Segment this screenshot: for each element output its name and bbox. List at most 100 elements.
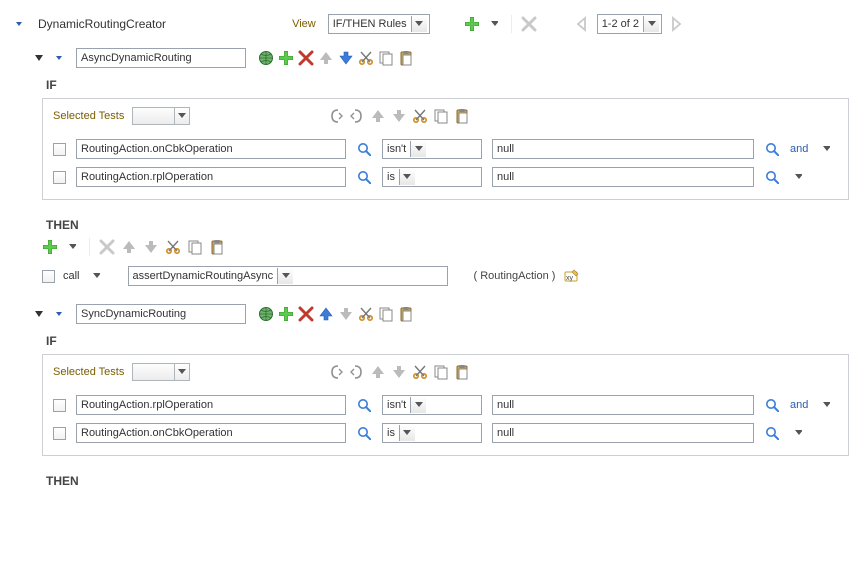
operator-select[interactable]: is <box>382 423 482 443</box>
operator-select[interactable]: isn't <box>382 139 482 159</box>
move-up-icon[interactable] <box>121 239 137 255</box>
rule-header: AsyncDynamicRouting <box>32 44 849 74</box>
if-label: IF <box>32 74 849 92</box>
dropdown-icon <box>643 16 659 32</box>
copy-icon[interactable] <box>378 306 394 322</box>
group-left-icon[interactable] <box>328 364 344 380</box>
dropdown-caret-icon[interactable] <box>818 397 834 413</box>
copy-icon[interactable] <box>433 108 449 124</box>
field-input[interactable]: RoutingAction.rplOperation <box>76 167 346 187</box>
pager-select[interactable]: 1-2 of 2 <box>597 14 662 34</box>
row-checkbox[interactable] <box>53 171 66 184</box>
field-input[interactable]: RoutingAction.onCbkOperation <box>76 139 346 159</box>
delete-icon[interactable] <box>99 239 115 255</box>
field-input[interactable]: RoutingAction.onCbkOperation <box>76 423 346 443</box>
move-down-icon[interactable] <box>391 108 407 124</box>
add-icon[interactable] <box>464 16 480 32</box>
move-down-icon[interactable] <box>391 364 407 380</box>
row-checkbox[interactable] <box>42 270 55 283</box>
collapse-icon[interactable] <box>14 17 28 31</box>
dropdown-caret-icon[interactable] <box>790 169 806 185</box>
condition-row: RoutingAction.rplOperation isn't null an… <box>53 391 838 419</box>
paste-icon[interactable] <box>398 306 414 322</box>
move-up-icon[interactable] <box>318 306 334 322</box>
row-checkbox[interactable] <box>53 143 66 156</box>
dropdown-caret-icon[interactable] <box>790 425 806 441</box>
paste-icon[interactable] <box>209 239 225 255</box>
operator-select[interactable]: isn't <box>382 395 482 415</box>
search-icon[interactable] <box>764 397 780 413</box>
collapse-icon[interactable] <box>54 51 68 65</box>
globe-icon[interactable] <box>258 50 274 66</box>
rule-name-input[interactable]: SyncDynamicRouting <box>76 304 246 324</box>
delete-icon[interactable] <box>298 306 314 322</box>
selected-tests-dropdown[interactable] <box>132 107 190 125</box>
value-input[interactable]: null <box>492 395 754 415</box>
dropdown-caret-icon[interactable] <box>486 16 502 32</box>
prev-icon[interactable] <box>575 16 591 32</box>
paste-icon[interactable] <box>454 364 470 380</box>
delete-icon[interactable] <box>298 50 314 66</box>
add-icon[interactable] <box>278 50 294 66</box>
add-icon[interactable] <box>278 306 294 322</box>
group-left-icon[interactable] <box>328 108 344 124</box>
move-up-icon[interactable] <box>318 50 334 66</box>
if-block: Selected Tests RoutingAction.rplOperatio… <box>42 354 849 456</box>
next-icon[interactable] <box>668 16 684 32</box>
value-input[interactable]: null <box>492 167 754 187</box>
row-checkbox[interactable] <box>53 427 66 440</box>
action-select[interactable]: assertDynamicRoutingAsync <box>128 266 448 286</box>
condition-row: RoutingAction.rplOperation is null <box>53 163 838 191</box>
and-link[interactable]: and <box>790 399 808 411</box>
cut-icon[interactable] <box>412 364 428 380</box>
row-checkbox[interactable] <box>53 399 66 412</box>
cut-icon[interactable] <box>358 50 374 66</box>
copy-icon[interactable] <box>187 239 203 255</box>
selected-tests-label: Selected Tests <box>53 366 124 378</box>
rule-name-input[interactable]: AsyncDynamicRouting <box>76 48 246 68</box>
search-icon[interactable] <box>764 141 780 157</box>
move-down-icon[interactable] <box>338 50 354 66</box>
search-icon[interactable] <box>764 169 780 185</box>
delete-icon[interactable] <box>521 16 537 32</box>
paste-icon[interactable] <box>454 108 470 124</box>
group-right-icon[interactable] <box>349 364 365 380</box>
cut-icon[interactable] <box>412 108 428 124</box>
pager: 1-2 of 2 <box>575 14 684 34</box>
value-input[interactable]: null <box>492 139 754 159</box>
move-down-icon[interactable] <box>143 239 159 255</box>
chevron-down-icon[interactable] <box>32 51 46 65</box>
chevron-down-icon[interactable] <box>32 307 46 321</box>
globe-icon[interactable] <box>258 306 274 322</box>
value-input[interactable]: null <box>492 423 754 443</box>
search-icon[interactable] <box>356 425 372 441</box>
dropdown-caret-icon[interactable] <box>818 141 834 157</box>
search-icon[interactable] <box>356 169 372 185</box>
move-down-icon[interactable] <box>338 306 354 322</box>
field-input[interactable]: RoutingAction.rplOperation <box>76 395 346 415</box>
operator-value: is <box>387 427 395 439</box>
operator-select[interactable]: is <box>382 167 482 187</box>
move-up-icon[interactable] <box>370 364 386 380</box>
search-icon[interactable] <box>356 141 372 157</box>
and-link[interactable]: and <box>790 143 808 155</box>
copy-icon[interactable] <box>378 50 394 66</box>
dropdown-caret-icon[interactable] <box>88 268 104 284</box>
group-right-icon[interactable] <box>349 108 365 124</box>
edit-icon[interactable] <box>563 268 579 284</box>
search-icon[interactable] <box>764 425 780 441</box>
cut-icon[interactable] <box>165 239 181 255</box>
condition-row: RoutingAction.onCbkOperation isn't null … <box>53 135 838 163</box>
copy-icon[interactable] <box>433 364 449 380</box>
collapse-icon[interactable] <box>54 307 68 321</box>
add-icon[interactable] <box>42 239 58 255</box>
paste-icon[interactable] <box>398 50 414 66</box>
selected-tests-dropdown[interactable] <box>132 363 190 381</box>
rule-panel: SyncDynamicRouting IF Selected Tests <box>14 300 849 488</box>
dropdown-caret-icon[interactable] <box>64 239 80 255</box>
view-select[interactable]: IF/THEN Rules <box>328 14 430 34</box>
move-up-icon[interactable] <box>370 108 386 124</box>
cut-icon[interactable] <box>358 306 374 322</box>
search-icon[interactable] <box>356 397 372 413</box>
call-label: call <box>63 270 80 282</box>
